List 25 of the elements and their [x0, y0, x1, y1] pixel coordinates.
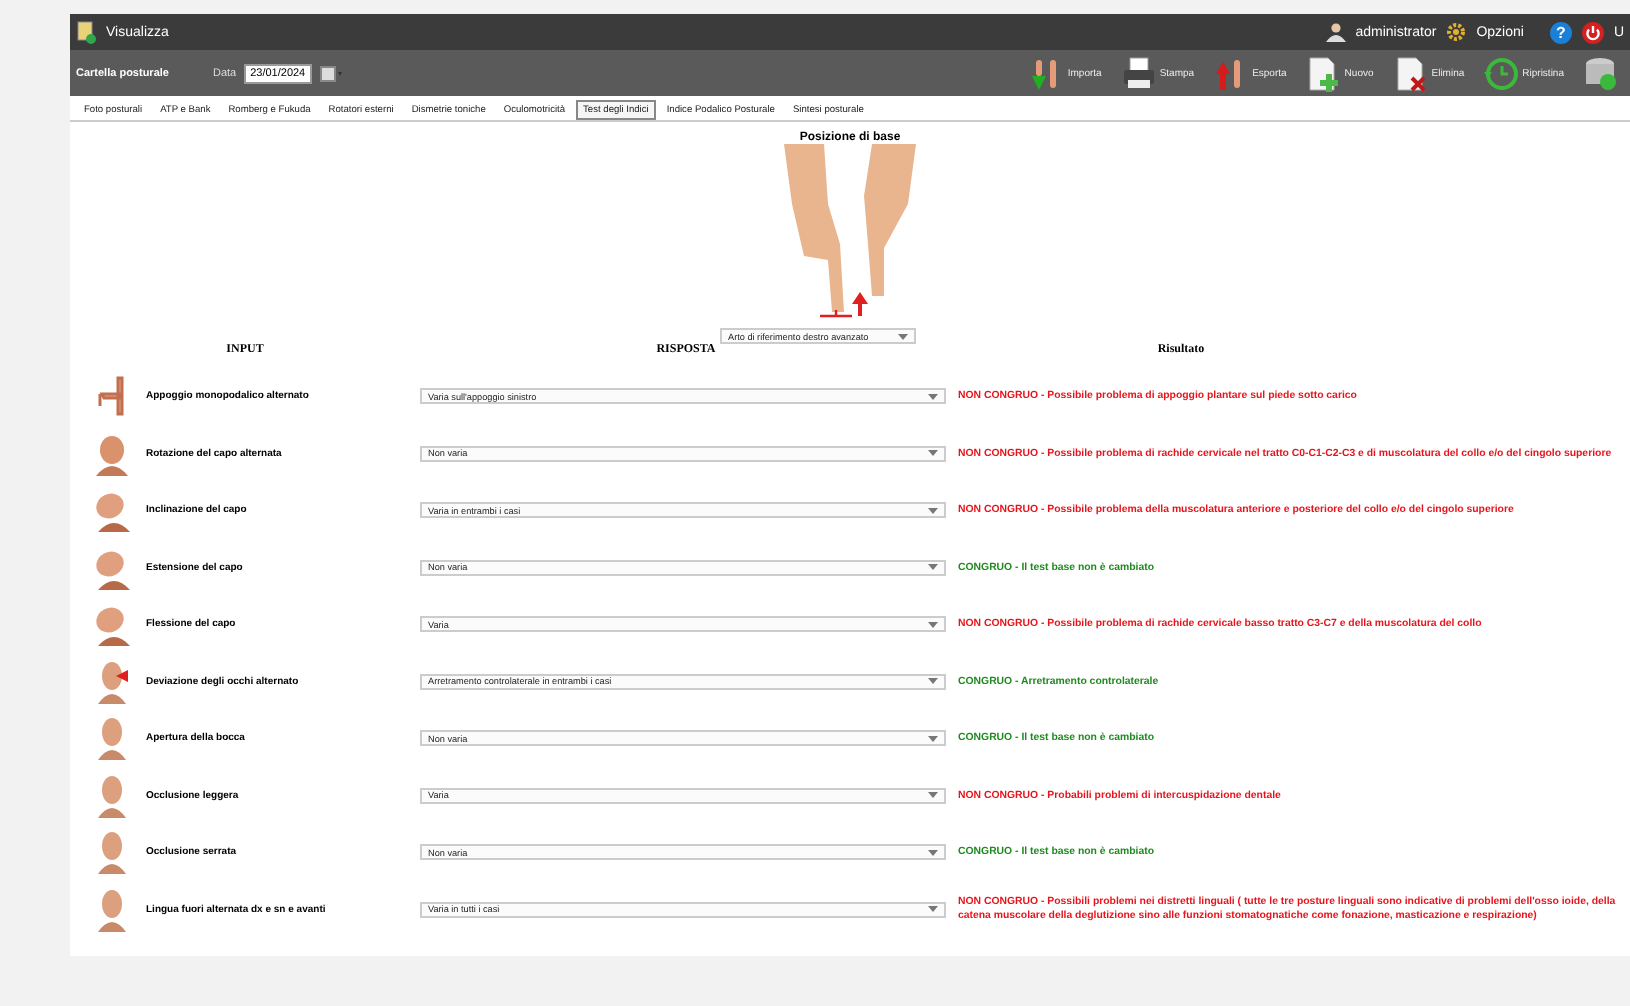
calendar-icon[interactable] — [319, 65, 344, 81]
document-plus-icon — [1306, 55, 1341, 91]
database-icon — [1584, 55, 1618, 91]
tilted-head-icon — [90, 602, 134, 647]
caret-icon — [928, 792, 938, 799]
leg-raise-icon — [98, 376, 126, 417]
caret-icon — [928, 906, 938, 913]
caret-icon — [928, 564, 938, 571]
tilted-head-icon — [90, 488, 134, 533]
head-icon — [90, 431, 134, 476]
gear-icon[interactable] — [1446, 22, 1467, 42]
power-icon[interactable] — [1581, 21, 1604, 43]
printer-icon — [1121, 55, 1156, 91]
caret-icon — [928, 450, 938, 457]
caret-icon — [928, 507, 938, 514]
caret-icon — [928, 621, 938, 628]
caret-icon — [928, 678, 938, 685]
document-cross-icon — [1393, 55, 1428, 91]
caret-icon — [898, 333, 908, 339]
caret-icon — [928, 849, 938, 856]
caret-icon — [928, 393, 938, 400]
user-icon — [1325, 22, 1346, 42]
help-button[interactable]: ? — [1549, 21, 1572, 43]
caret-icon — [928, 735, 938, 742]
app-icon — [76, 20, 96, 44]
